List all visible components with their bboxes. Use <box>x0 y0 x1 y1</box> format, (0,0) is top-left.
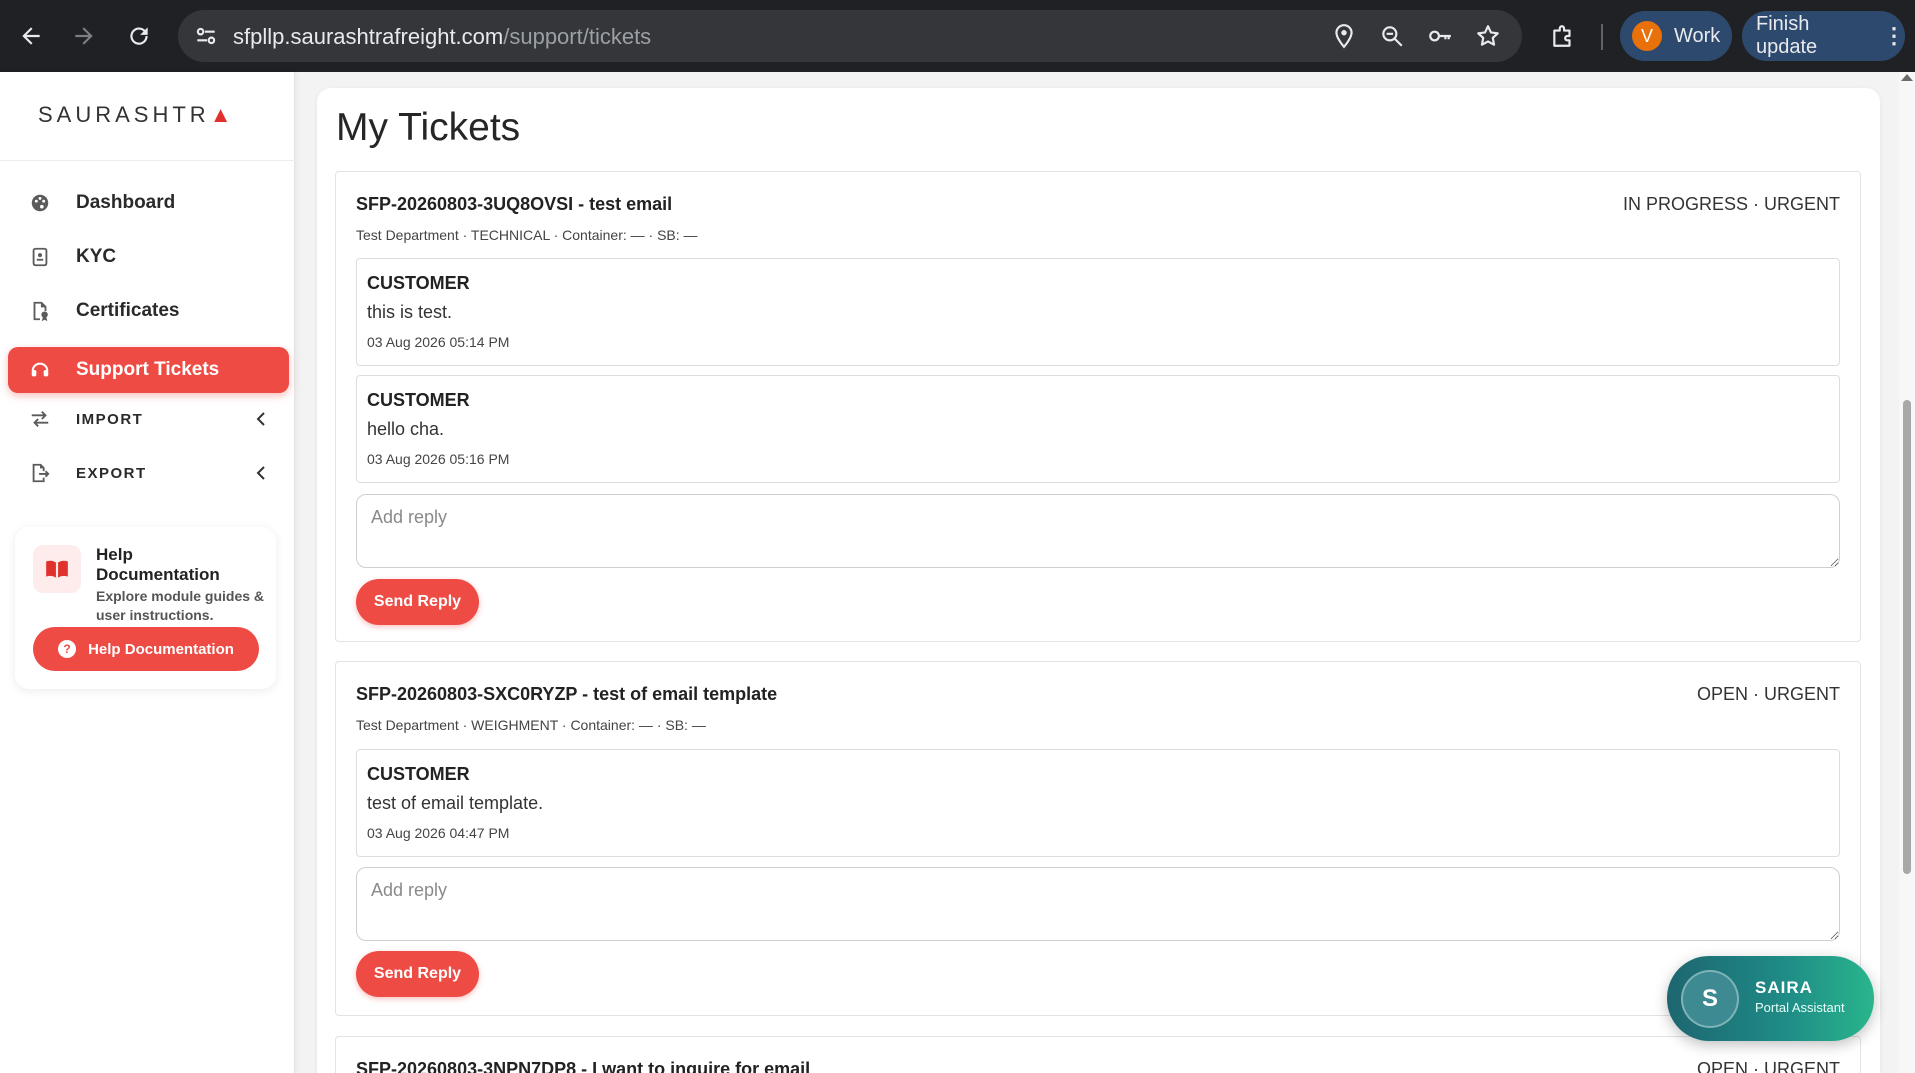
password-key-icon[interactable] <box>1426 22 1454 50</box>
help-title: Help Documentation <box>96 545 220 584</box>
sidebar-item-dashboard[interactable]: Dashboard <box>8 180 289 226</box>
reply-input[interactable] <box>356 867 1840 941</box>
arrow-left-icon <box>22 27 40 45</box>
message-text: test of email template. <box>367 793 544 813</box>
avatar: V <box>1632 21 1662 51</box>
scroll-up-arrow-icon[interactable] <box>1901 74 1913 81</box>
message-role: CUSTOMER <box>367 390 470 410</box>
message-time: 03 Aug 2026 05:16 PM <box>367 451 510 467</box>
site-settings-icon[interactable] <box>192 22 220 50</box>
sidebar-item-support-tickets[interactable]: Support Tickets <box>8 347 289 393</box>
message: CUSTOMER hello cha. 03 Aug 2026 05:16 PM <box>356 375 1840 483</box>
sidebar-item-label: KYC <box>76 246 117 267</box>
finish-update-button[interactable]: Finish update ⋮ <box>1742 11 1905 61</box>
forward-button[interactable] <box>66 18 102 54</box>
logo-text: SAURASHTR <box>38 102 210 127</box>
scrollbar-thumb[interactable] <box>1903 400 1911 874</box>
ticket-status: OPEN · URGENT <box>1696 684 1840 704</box>
browser-toolbar: sfpllp.saurashtrafreight.com/support/tic… <box>0 0 1915 72</box>
assistant-launcher[interactable]: S SAIRA Portal Assistant <box>1667 956 1874 1041</box>
headset-icon <box>28 358 52 382</box>
bookmark-star-icon[interactable] <box>1474 22 1502 50</box>
chevron-left-icon[interactable] <box>253 409 269 429</box>
message-text: hello cha. <box>367 419 445 439</box>
help-documentation-card: Help Documentation Explore module guides… <box>15 527 276 689</box>
book-icon <box>33 545 81 593</box>
sidebar-item-export[interactable]: EXPORT <box>8 450 289 496</box>
ticket-title: SFP-20260803-3UQ8OVSI - test email <box>356 194 673 214</box>
back-button[interactable] <box>13 18 49 54</box>
assistant-avatar: S <box>1681 970 1739 1028</box>
message-time: 03 Aug 2026 05:14 PM <box>367 334 510 350</box>
assistant-subtitle: Portal Assistant <box>1755 1000 1845 1015</box>
sidebar-item-import[interactable]: IMPORT <box>8 396 289 442</box>
sidebar-item-label: EXPORT <box>76 464 147 482</box>
profile-button[interactable]: V Work <box>1620 11 1732 61</box>
ticket-title: SFP-20260803-SXC0RYZP - test of email te… <box>356 684 778 704</box>
ticket-title: SFP-20260803-3NPN7DP8 - I want to inquir… <box>356 1059 811 1073</box>
url-text[interactable]: sfpllp.saurashtrafreight.com/support/tic… <box>233 24 651 50</box>
logo-triangle-icon: ▲ <box>209 102 236 127</box>
zoom-icon[interactable] <box>1378 22 1406 50</box>
ticket-card: SFP-20260803-SXC0RYZP - test of email te… <box>335 661 1861 1016</box>
ticket-meta: Test Department · WEIGHMENT · Container:… <box>356 717 706 733</box>
export-icon <box>28 461 52 485</box>
help-description: Explore module guides & user instruction… <box>96 588 265 623</box>
palette-icon <box>28 191 52 215</box>
send-reply-button[interactable]: Send Reply <box>356 579 479 625</box>
reply-input[interactable] <box>356 494 1840 568</box>
update-label: Finish update <box>1756 13 1818 58</box>
profile-label: Work <box>1674 24 1721 47</box>
question-icon: ? <box>58 640 77 658</box>
message: CUSTOMER this is test. 03 Aug 2026 05:14… <box>356 258 1840 366</box>
url-path: /support/tickets <box>503 24 652 49</box>
ticket-card: SFP-20260803-3NPN7DP8 - I want to inquir… <box>335 1036 1861 1073</box>
ticket-status: OPEN · URGENT <box>1696 1059 1840 1073</box>
sidebar-item-label: Certificates <box>76 300 180 321</box>
sidebar-divider <box>0 160 295 161</box>
assistant-name: SAIRA <box>1755 978 1813 997</box>
sidebar: SAURASHTR▲ Dashboard KYC Certificates Su… <box>0 72 295 1073</box>
sidebar-item-label: Support Tickets <box>76 359 220 380</box>
reload-button[interactable] <box>121 18 157 54</box>
message-time: 03 Aug 2026 04:47 PM <box>367 825 510 841</box>
send-reply-button[interactable]: Send Reply <box>356 951 479 997</box>
url-host: sfpllp.saurashtrafreight.com <box>233 24 504 49</box>
reload-icon <box>130 27 148 45</box>
address-bar[interactable]: sfpllp.saurashtrafreight.com/support/tic… <box>178 10 1522 62</box>
swap-icon <box>28 407 52 431</box>
page-title: My Tickets <box>336 106 521 149</box>
id-card-icon <box>28 245 52 269</box>
help-documentation-button[interactable]: ? Help Documentation <box>33 627 259 671</box>
sidebar-item-certificates[interactable]: Certificates <box>8 288 289 334</box>
chevron-left-icon[interactable] <box>253 463 269 483</box>
help-button-label: Help Documentation <box>88 640 234 658</box>
ticket-meta: Test Department · TECHNICAL · Container:… <box>356 227 698 243</box>
message-role: CUSTOMER <box>367 273 470 293</box>
sidebar-item-label: IMPORT <box>76 410 144 428</box>
toolbar-separator <box>1601 24 1603 50</box>
location-icon[interactable] <box>1330 22 1358 50</box>
brand-logo[interactable]: SAURASHTR▲ <box>38 102 235 128</box>
sidebar-item-kyc[interactable]: KYC <box>8 234 289 280</box>
extensions-icon[interactable] <box>1549 22 1577 50</box>
arrow-right-icon <box>75 27 93 45</box>
ticket-card: SFP-20260803-3UQ8OVSI - test email IN PR… <box>335 171 1861 642</box>
sidebar-item-label: Dashboard <box>76 192 176 213</box>
ticket-status: IN PROGRESS · URGENT <box>1622 194 1840 214</box>
message: CUSTOMER test of email template. 03 Aug … <box>356 749 1840 857</box>
message-role: CUSTOMER <box>367 764 470 784</box>
more-vert-icon[interactable]: ⋮ <box>1883 23 1905 49</box>
message-text: this is test. <box>367 302 453 322</box>
certificate-icon <box>28 299 52 323</box>
